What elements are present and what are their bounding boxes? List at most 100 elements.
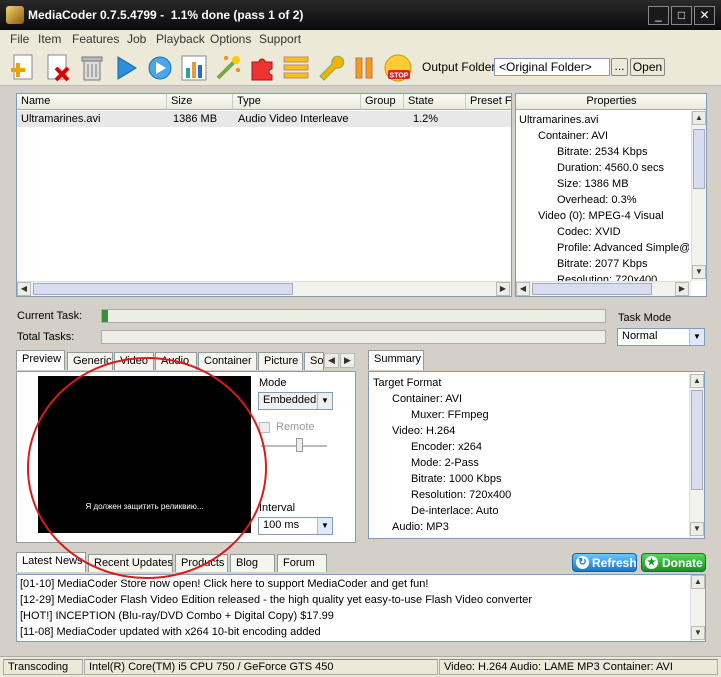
column-size[interactable]: Size bbox=[167, 94, 233, 110]
tab-latest-news[interactable]: Latest News bbox=[16, 552, 86, 572]
tab-scroll-right-icon[interactable]: ▶ bbox=[340, 353, 355, 368]
scroll-down-icon[interactable]: ▼ bbox=[691, 626, 705, 640]
file-type: Audio Video Interleave bbox=[238, 113, 349, 125]
donate-button[interactable]: ★ Donate bbox=[641, 553, 706, 572]
title-bar[interactable]: MediaCoder 0.7.5.4799 - 1.1% done (pass … bbox=[0, 0, 721, 30]
list-icon[interactable] bbox=[280, 52, 312, 84]
remote-checkbox[interactable] bbox=[259, 422, 270, 433]
prop-file: Ultramarines.avi bbox=[519, 114, 599, 126]
tab-video[interactable]: Video bbox=[114, 352, 154, 370]
menu-options[interactable]: Options bbox=[210, 32, 251, 46]
app-icon bbox=[6, 6, 24, 24]
scroll-up-icon[interactable]: ▲ bbox=[690, 374, 704, 388]
summary-target-format: Target Format bbox=[373, 377, 442, 389]
file-state: 1.2% bbox=[413, 113, 439, 125]
tab-generic[interactable]: Generic bbox=[67, 352, 113, 370]
tab-picture[interactable]: Picture bbox=[258, 352, 303, 370]
mode-select[interactable]: Embedded ▼ bbox=[258, 392, 333, 410]
chevron-down-icon[interactable]: ▼ bbox=[689, 329, 704, 345]
open-button[interactable]: Open bbox=[630, 58, 665, 76]
summary-vscrollbar[interactable]: ▲ ▼ bbox=[689, 374, 704, 538]
tab-summary[interactable]: Summary bbox=[368, 350, 424, 370]
file-list-hscrollbar[interactable]: ◀ ▶ bbox=[17, 281, 511, 296]
stop-icon[interactable]: STOP bbox=[382, 52, 414, 84]
menu-support[interactable]: Support bbox=[259, 32, 301, 46]
menu-playback[interactable]: Playback bbox=[156, 32, 205, 46]
output-folder-input[interactable]: <Original Folder> bbox=[494, 58, 610, 76]
scroll-thumb[interactable] bbox=[532, 283, 652, 295]
tab-blog[interactable]: Blog bbox=[230, 554, 275, 572]
scroll-down-icon[interactable]: ▼ bbox=[690, 522, 704, 536]
refresh-button[interactable]: ↻ Refresh bbox=[572, 553, 637, 572]
total-tasks-progress bbox=[101, 330, 606, 344]
mode-value: Embedded bbox=[263, 394, 317, 406]
scroll-thumb[interactable] bbox=[33, 283, 293, 295]
column-name[interactable]: Name bbox=[17, 94, 167, 110]
menu-item[interactable]: Item bbox=[38, 32, 61, 46]
browse-button[interactable]: ... bbox=[611, 58, 628, 76]
properties-panel[interactable]: Properties Ultramarines.avi Container: A… bbox=[515, 93, 707, 297]
chevron-down-icon[interactable]: ▼ bbox=[317, 393, 332, 409]
maximize-button[interactable]: □ bbox=[671, 6, 692, 25]
wand-icon[interactable] bbox=[212, 52, 244, 84]
news-vscrollbar[interactable]: ▲ ▼ bbox=[690, 575, 705, 641]
trash-icon[interactable] bbox=[76, 52, 108, 84]
menu-file[interactable]: File bbox=[10, 32, 29, 46]
puzzle-icon[interactable] bbox=[246, 52, 278, 84]
news-item[interactable]: [11-08] MediaCoder updated with x264 10-… bbox=[20, 626, 321, 638]
summary-panel[interactable]: Target Format Container: AVI Muxer: FFmp… bbox=[368, 371, 705, 539]
news-item[interactable]: [01-10] MediaCoder Store now open! Click… bbox=[20, 578, 428, 590]
video-preview[interactable]: Я должен защитить реликвию... bbox=[38, 376, 251, 533]
file-list[interactable]: Name Size Type Group State Preset F Ultr… bbox=[16, 93, 512, 297]
scroll-thumb[interactable] bbox=[691, 390, 703, 490]
tab-container[interactable]: Container bbox=[198, 352, 257, 370]
add-file-icon[interactable] bbox=[8, 52, 40, 84]
column-preset[interactable]: Preset F bbox=[466, 94, 511, 110]
properties-vscrollbar[interactable]: ▲ ▼ bbox=[691, 111, 706, 281]
wrench-icon[interactable] bbox=[314, 52, 346, 84]
scroll-left-icon[interactable]: ◀ bbox=[516, 282, 530, 296]
menu-job[interactable]: Job bbox=[127, 32, 146, 46]
task-mode-select[interactable]: Normal ▼ bbox=[617, 328, 705, 346]
tab-preview[interactable]: Preview bbox=[16, 350, 65, 370]
scroll-up-icon[interactable]: ▲ bbox=[691, 575, 705, 589]
minimize-button[interactable]: _ bbox=[648, 6, 669, 25]
menu-features[interactable]: Features bbox=[72, 32, 119, 46]
scroll-down-icon[interactable]: ▼ bbox=[692, 265, 706, 279]
table-row[interactable]: Ultramarines.avi 1386 MB Audio Video Int… bbox=[17, 111, 511, 127]
column-state[interactable]: State bbox=[404, 94, 466, 110]
summary-video: Video: H.264 bbox=[392, 425, 456, 437]
task-mode-label: Task Mode bbox=[618, 312, 672, 324]
interval-select[interactable]: 100 ms ▼ bbox=[258, 517, 333, 535]
remove-file-icon[interactable] bbox=[42, 52, 74, 84]
news-tabstrip: Latest News Recent Updates Products Blog… bbox=[16, 552, 346, 574]
volume-slider-track[interactable] bbox=[261, 445, 327, 447]
scroll-left-icon[interactable]: ◀ bbox=[17, 282, 31, 296]
properties-hscrollbar[interactable]: ◀ ▶ bbox=[516, 281, 691, 296]
scroll-up-icon[interactable]: ▲ bbox=[692, 111, 706, 125]
scroll-right-icon[interactable]: ▶ bbox=[496, 282, 510, 296]
tab-scroll-left-icon[interactable]: ◀ bbox=[324, 353, 339, 368]
close-button[interactable]: ✕ bbox=[694, 6, 715, 25]
column-type[interactable]: Type bbox=[233, 94, 361, 110]
tab-audio[interactable]: Audio bbox=[155, 352, 197, 370]
tab-sound[interactable]: So bbox=[304, 352, 324, 370]
properties-header: Properties bbox=[516, 94, 706, 110]
news-item[interactable]: [HOT!] INCEPTION (Blu-ray/DVD Combo + Di… bbox=[20, 610, 334, 622]
volume-slider-thumb[interactable] bbox=[296, 438, 303, 452]
preview-icon[interactable] bbox=[144, 52, 176, 84]
chart-icon[interactable] bbox=[178, 52, 210, 84]
chevron-down-icon[interactable]: ▼ bbox=[317, 518, 332, 534]
tab-forum[interactable]: Forum bbox=[277, 554, 327, 572]
refresh-label: Refresh bbox=[592, 556, 637, 570]
scroll-right-icon[interactable]: ▶ bbox=[675, 282, 689, 296]
scroll-thumb[interactable] bbox=[693, 129, 705, 189]
column-group[interactable]: Group bbox=[361, 94, 404, 110]
summary-container: Container: AVI bbox=[392, 393, 463, 405]
play-icon[interactable] bbox=[110, 52, 142, 84]
pause-icon[interactable] bbox=[348, 52, 380, 84]
tab-recent-updates[interactable]: Recent Updates bbox=[88, 554, 173, 572]
tab-products[interactable]: Products bbox=[175, 554, 228, 572]
news-item[interactable]: [12-29] MediaCoder Flash Video Edition r… bbox=[20, 594, 532, 606]
news-list[interactable]: [01-10] MediaCoder Store now open! Click… bbox=[16, 574, 706, 642]
